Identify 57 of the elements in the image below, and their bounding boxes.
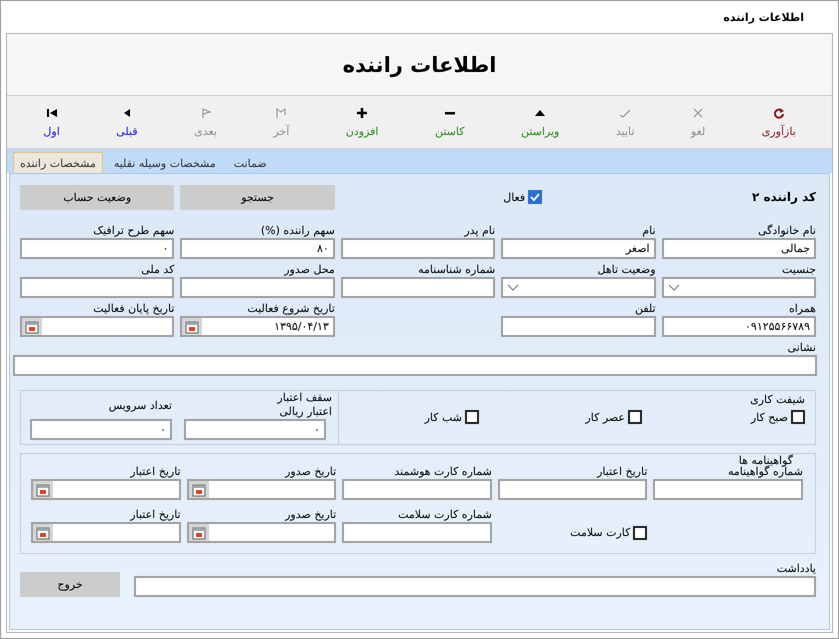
action-button[interactable]: وضعیت حساب — [20, 184, 174, 210]
action-button[interactable]: جستجو — [180, 184, 335, 210]
field-label: شماره گواهینامه — [728, 465, 803, 479]
toolbar-button[interactable]: اول — [37, 96, 66, 148]
field-label: شماره کارت هوشمند — [394, 465, 492, 479]
exit-button[interactable]: خروج — [20, 572, 120, 597]
text-field[interactable]: اصغر — [501, 238, 656, 259]
tab[interactable]: ضمانت — [226, 152, 274, 173]
field-label: اعتبار ریالی — [279, 405, 332, 419]
field-label: شماره کارت سلامت — [398, 508, 492, 522]
field-label: تاریخ شروع فعالیت — [247, 302, 335, 316]
toolbar-button[interactable]: ویراستن — [514, 96, 566, 148]
field-label: سهم راننده (%) — [260, 224, 335, 238]
checkbox-label: عصر کار — [585, 410, 625, 424]
field-label: تاریخ اعتبار — [130, 508, 181, 522]
checkbox-label: شب کار — [424, 410, 462, 424]
field-label: کد ملی — [141, 263, 174, 277]
toolbar-button[interactable]: کاستن — [428, 96, 470, 148]
text-field[interactable]: ۰ — [20, 238, 174, 259]
text-field[interactable]: ۰ — [184, 419, 326, 440]
field-label: تاریخ پایان فعالیت — [93, 302, 174, 316]
checkbox-label: کارت سلامت — [570, 526, 630, 539]
checkbox-label: فعال — [503, 190, 526, 204]
field-label: یادداشت — [776, 562, 816, 576]
driver-code: کد راننده ۲ — [752, 190, 816, 204]
date-field[interactable]: ۱۳۹۵/۰۴/۱۳ — [180, 316, 335, 337]
field-label: سقف اعتبار — [277, 391, 332, 405]
tab[interactable]: مشخصات وسیله نقلیه — [106, 152, 223, 173]
field-label: تاریخ اعتبار — [130, 465, 181, 479]
field-label: تلفن — [634, 302, 656, 316]
field-label: تاریخ صدور — [285, 508, 336, 522]
window-title: اطلاعات راننده — [723, 10, 804, 24]
field-label: نام پدر — [464, 224, 496, 238]
text-field[interactable]: جمالی — [662, 238, 816, 259]
field-label: همراه — [788, 302, 816, 316]
text-field[interactable]: ۰۹۱۲۵۵۶۶۷۸۹ — [662, 316, 816, 337]
text-field[interactable]: ۰ — [30, 419, 172, 440]
field-label: شماره شناسنامه — [418, 263, 496, 277]
toolbar-button[interactable]: افزودن — [340, 96, 384, 148]
toolbar-button[interactable]: قبلی — [110, 96, 144, 148]
tab[interactable]: مشخصات راننده — [13, 152, 103, 173]
field-label: نام خانوادگی — [758, 224, 816, 238]
field-label: تاریخ صدور — [285, 465, 336, 479]
field-label: وضعیت تاهل — [597, 263, 656, 277]
toolbar-button[interactable]: بازآوری — [756, 96, 802, 148]
group-title: شیفت کاری — [749, 393, 805, 406]
field-label: سهم طرح ترافیک — [93, 224, 174, 238]
text-field[interactable]: ۸۰ — [180, 238, 335, 259]
page-title: اطلاعات راننده — [342, 52, 496, 76]
field-label: تعداد سرویس — [108, 399, 172, 413]
field-label: تاریخ اعتبار — [597, 465, 648, 479]
field-label: نام — [642, 224, 656, 238]
group-title: گواهینامه ها — [738, 454, 793, 467]
checkbox-label: صبح کار — [750, 410, 788, 424]
field-label: محل صدور — [284, 263, 335, 277]
field-label: نشانی — [788, 341, 816, 355]
field-label: جنسیت — [782, 263, 816, 277]
